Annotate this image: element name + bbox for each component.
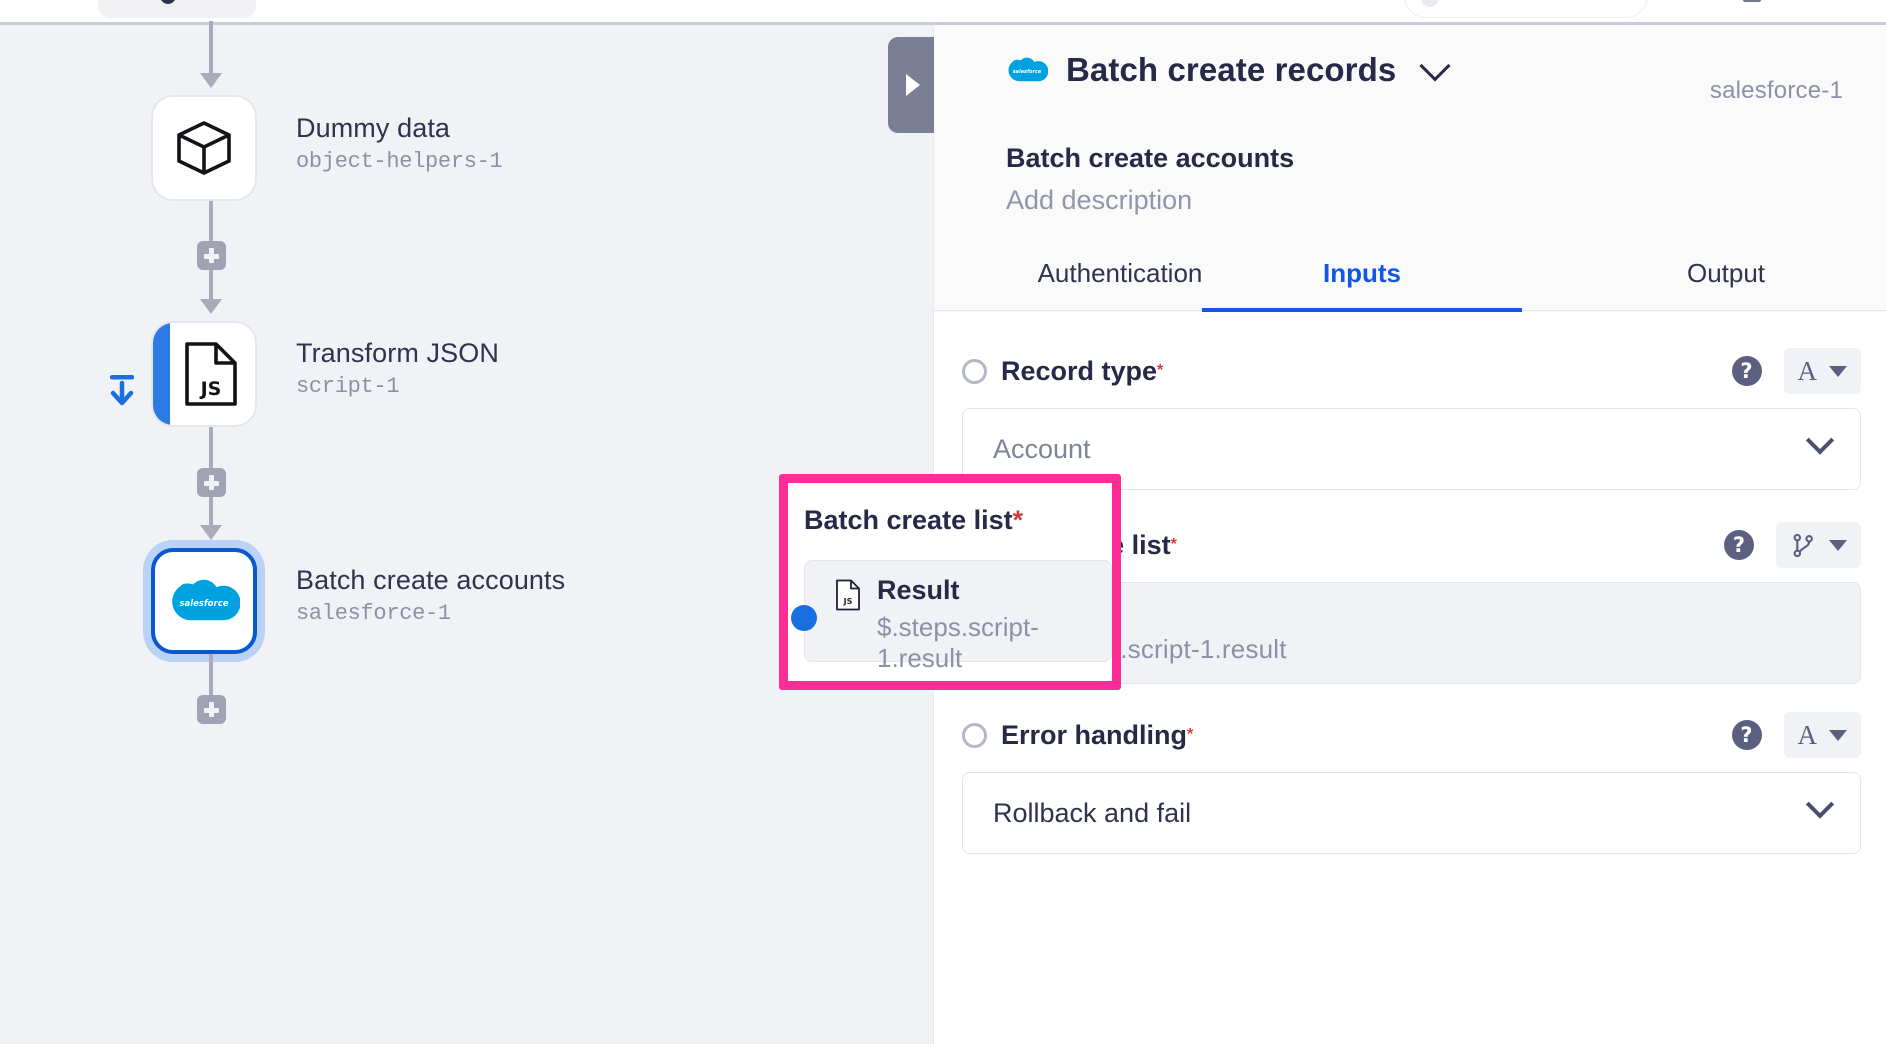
field-label: Record type [1001, 356, 1157, 387]
panel-title: Batch create records [1066, 51, 1396, 89]
node-step-id: salesforce-1 [296, 601, 565, 626]
chevron-down-icon [1829, 366, 1847, 377]
toolbar-chip-left[interactable] [0, 0, 90, 20]
toolbar-search-pill[interactable] [1404, 0, 1648, 18]
step-details-panel: salesforce Batch create records salesfor… [933, 22, 1886, 1044]
required-marker: * [1187, 726, 1193, 744]
scroll-to-node-icon[interactable] [104, 372, 140, 408]
node-title: Dummy data [296, 113, 502, 145]
flow-node-transform-json[interactable]: JS [151, 321, 257, 427]
flow-canvas[interactable]: Dummy data object-helpers-1 JS Transform… [0, 22, 933, 1044]
connector-line [209, 654, 213, 696]
field-toggle-radio-icon[interactable] [962, 723, 987, 748]
reference-chip[interactable]: JS Result $.steps.script-1.result [993, 597, 1287, 665]
panel-collapse-handle[interactable] [888, 37, 934, 133]
batch-create-list-value-field[interactable]: JS Result $.steps.script-1.result [962, 582, 1861, 684]
field-mode-toggle-error-handling[interactable]: A [1784, 712, 1862, 758]
toolbar-chip-selected[interactable] [98, 0, 256, 18]
cube-icon [173, 117, 235, 179]
svg-text:salesforce: salesforce [1013, 69, 1042, 75]
toolbar-pill-avatar-icon [1421, 0, 1439, 7]
node-step-id: object-helpers-1 [296, 149, 502, 174]
flow-node-batch-create-accounts[interactable]: salesforce [151, 548, 257, 654]
question-mark-icon[interactable]: ? [1724, 530, 1754, 560]
reference-mode-icon [1790, 532, 1817, 559]
chevron-down-icon [1806, 426, 1834, 454]
field-mode-toggle-record-type[interactable]: A [1784, 348, 1862, 394]
connector-line [209, 21, 213, 73]
panel-title-row[interactable]: salesforce Batch create records [1006, 51, 1446, 89]
flow-node-label-batch-create-accounts[interactable]: Batch create accounts salesforce-1 [296, 565, 565, 626]
chevron-down-icon[interactable] [1420, 50, 1451, 81]
top-toolbar-strip [0, 0, 1886, 22]
step-name[interactable]: Batch create accounts [1006, 143, 1294, 174]
field-header: Batch create list* ? [962, 524, 1861, 566]
js-file-icon: JS [182, 341, 240, 407]
question-mark-icon[interactable]: ? [1732, 720, 1762, 750]
text-mode-icon: A [1798, 356, 1818, 387]
node-title: Batch create accounts [296, 565, 565, 597]
add-step-button[interactable] [197, 468, 226, 497]
connector-arrow-icon [200, 73, 222, 88]
reference-path: $.steps.script-1.result [1035, 634, 1287, 665]
svg-text:salesforce: salesforce [179, 599, 228, 609]
svg-text:JS: JS [199, 378, 222, 400]
reference-title: Result [1035, 597, 1287, 628]
error-handling-select[interactable]: Rollback and fail [962, 772, 1861, 854]
add-step-button[interactable] [197, 695, 226, 724]
required-marker: * [1157, 362, 1163, 380]
js-file-icon: JS [993, 601, 1019, 633]
panel-connection-id: salesforce-1 [1710, 77, 1843, 105]
app-root: Dummy data object-helpers-1 JS Transform… [0, 0, 1886, 1044]
salesforce-cloud-icon: salesforce [168, 576, 240, 626]
reference-chip-text: Result $.steps.script-1.result [1035, 597, 1287, 665]
inputs-tab-content: Record type* ? A Account Batch create li… [934, 312, 1886, 1044]
field-header: Record type* ? A [962, 350, 1861, 392]
add-step-button[interactable] [197, 241, 226, 270]
tab-inputs[interactable]: Inputs [1202, 235, 1522, 311]
field-header: Error handling* ? A [962, 714, 1861, 756]
select-value: Account [993, 434, 1091, 465]
chevron-down-icon [1806, 790, 1834, 818]
node-step-id: script-1 [296, 374, 499, 399]
field-toggle-radio-icon[interactable] [962, 359, 987, 384]
connector-arrow-icon [200, 525, 222, 540]
field-label: Batch create list [962, 530, 1171, 561]
toolbar-chip-dot-icon [160, 0, 176, 4]
field-mode-toggle-batch-create-list[interactable] [1776, 522, 1861, 568]
panel-tabs: Authentication Inputs Output [934, 235, 1886, 311]
field-label: Error handling [1001, 720, 1187, 751]
record-type-select[interactable]: Account [962, 408, 1861, 490]
tab-output[interactable]: Output [1566, 235, 1886, 311]
chevron-down-icon [1829, 540, 1847, 551]
text-mode-icon: A [1798, 720, 1818, 751]
required-marker: * [1171, 536, 1177, 554]
chevron-down-icon [1829, 730, 1847, 741]
salesforce-cloud-icon: salesforce [1006, 55, 1048, 85]
flow-node-label-dummy-data[interactable]: Dummy data object-helpers-1 [296, 113, 502, 174]
flow-node-label-transform-json[interactable]: Transform JSON script-1 [296, 338, 499, 399]
connected-reference-dot-icon [949, 627, 975, 653]
select-value: Rollback and fail [993, 798, 1191, 829]
toolbar-right-icon[interactable] [1743, 0, 1761, 2]
connector-line [209, 270, 213, 302]
svg-text:JS: JS [1001, 619, 1011, 628]
flow-node-dummy-data[interactable] [151, 95, 257, 201]
question-mark-icon[interactable]: ? [1732, 356, 1762, 386]
connector-arrow-icon [200, 299, 222, 314]
step-description-placeholder[interactable]: Add description [1006, 185, 1192, 216]
node-title: Transform JSON [296, 338, 499, 370]
chevron-right-icon [906, 74, 920, 96]
